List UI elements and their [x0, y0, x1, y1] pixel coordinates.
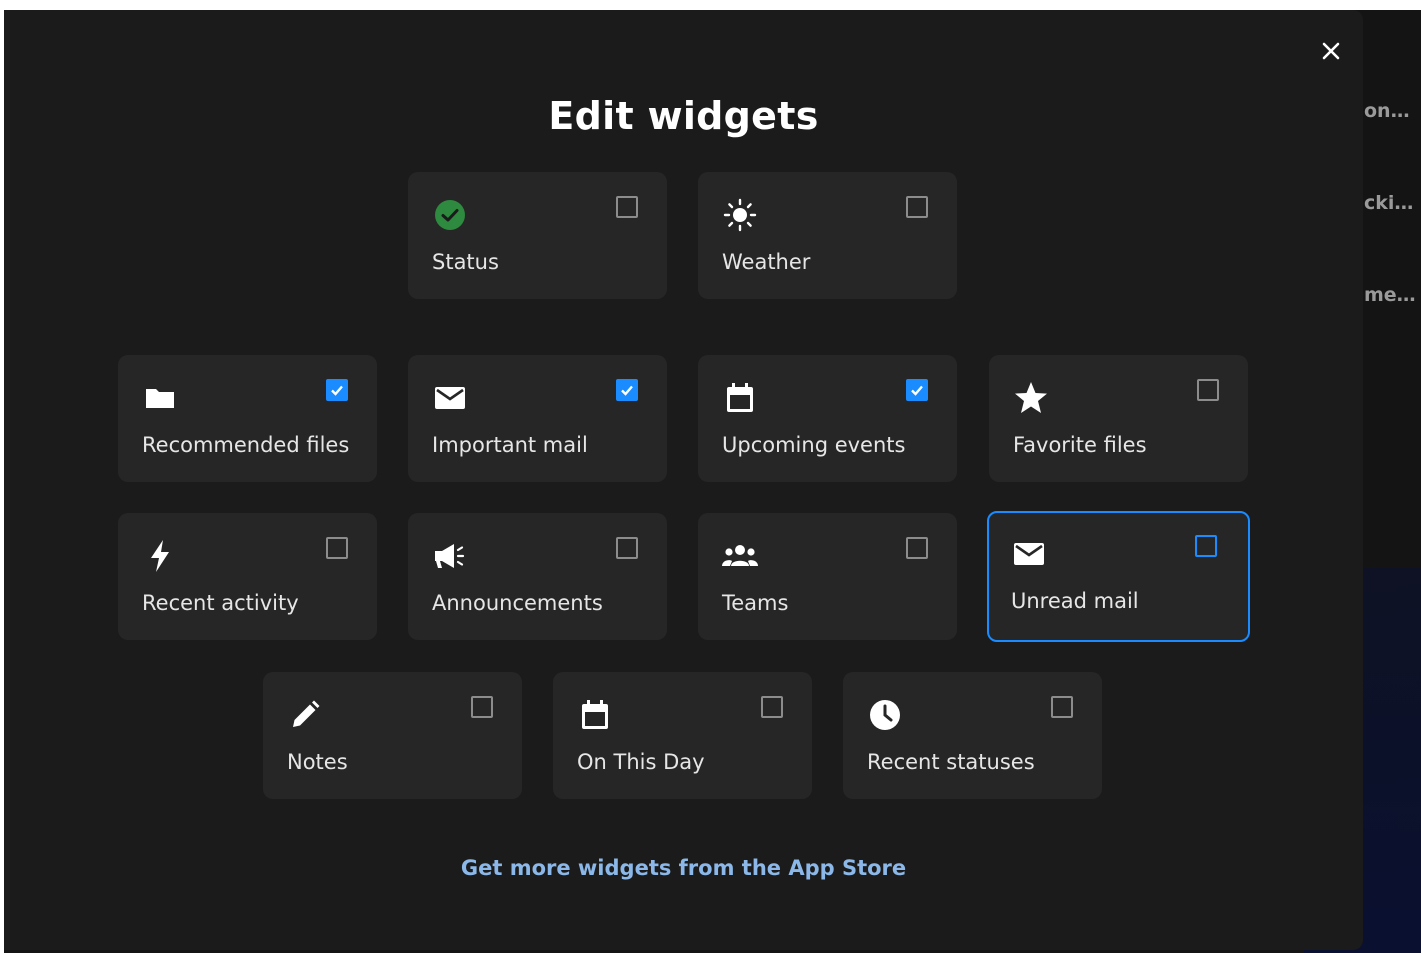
widget-tile-favorite-files[interactable]: Favorite files	[989, 355, 1248, 482]
widget-tile-unread-mail[interactable]: Unread mail	[987, 511, 1250, 642]
status-check-icon	[431, 196, 469, 234]
widget-checkbox-status[interactable]	[616, 196, 638, 218]
folder-icon	[141, 379, 179, 417]
mail-icon	[431, 379, 469, 417]
widget-label: On This Day	[577, 750, 705, 774]
widget-tile-status[interactable]: Status	[408, 172, 667, 299]
megaphone-icon	[431, 537, 469, 575]
widget-label: Important mail	[432, 433, 588, 457]
widget-label: Weather	[722, 250, 811, 274]
calendar-icon	[576, 696, 614, 734]
widget-checkbox-on-this-day[interactable]	[761, 696, 783, 718]
clock-icon	[866, 696, 904, 734]
app-store-link[interactable]: Get more widgets from the App Store	[4, 856, 1363, 880]
widget-tile-upcoming-events[interactable]: Upcoming events	[698, 355, 957, 482]
widget-tile-recent-statuses[interactable]: Recent statuses	[843, 672, 1102, 799]
widget-tile-announcements[interactable]: Announcements	[408, 513, 667, 640]
widget-label: Favorite files	[1013, 433, 1147, 457]
widget-checkbox-teams[interactable]	[906, 537, 928, 559]
background-text: cki…	[1364, 192, 1414, 214]
sun-icon	[721, 196, 759, 234]
mail-icon	[1010, 535, 1048, 573]
edit-widgets-dialog: Edit widgets Status Weather Recommended	[4, 10, 1363, 950]
widget-tile-notes[interactable]: Notes	[263, 672, 522, 799]
widget-checkbox-notes[interactable]	[471, 696, 493, 718]
close-button[interactable]	[1316, 36, 1346, 66]
pencil-icon	[286, 696, 324, 734]
widget-label: Announcements	[432, 591, 603, 615]
widget-tile-teams[interactable]: Teams	[698, 513, 957, 640]
widget-label: Notes	[287, 750, 348, 774]
background-text: me…	[1364, 284, 1416, 306]
widget-checkbox-upcoming-events[interactable]	[906, 379, 928, 401]
star-icon	[1012, 379, 1050, 417]
widget-tile-recommended-files[interactable]: Recommended files	[118, 355, 377, 482]
widget-label: Status	[432, 250, 499, 274]
widget-checkbox-weather[interactable]	[906, 196, 928, 218]
widget-tile-weather[interactable]: Weather	[698, 172, 957, 299]
lightning-icon	[141, 537, 179, 575]
people-icon	[721, 537, 759, 575]
widget-label: Recommended files	[142, 433, 350, 457]
widget-checkbox-recent-statuses[interactable]	[1051, 696, 1073, 718]
widget-checkbox-announcements[interactable]	[616, 537, 638, 559]
widget-checkbox-favorite-files[interactable]	[1197, 379, 1219, 401]
widget-checkbox-important-mail[interactable]	[616, 379, 638, 401]
close-icon	[1322, 42, 1340, 60]
widget-checkbox-recommended-files[interactable]	[326, 379, 348, 401]
background-text: on…	[1364, 100, 1410, 122]
widget-checkbox-unread-mail[interactable]	[1195, 535, 1217, 557]
widget-label: Recent statuses	[867, 750, 1035, 774]
widget-label: Recent activity	[142, 591, 299, 615]
widget-label: Teams	[722, 591, 789, 615]
widget-checkbox-recent-activity[interactable]	[326, 537, 348, 559]
widget-label: Upcoming events	[722, 433, 906, 457]
widget-tile-recent-activity[interactable]: Recent activity	[118, 513, 377, 640]
widget-label: Unread mail	[1011, 589, 1139, 613]
widget-tile-important-mail[interactable]: Important mail	[408, 355, 667, 482]
calendar-icon	[721, 379, 759, 417]
widget-tile-on-this-day[interactable]: On This Day	[553, 672, 812, 799]
dialog-title: Edit widgets	[548, 94, 819, 138]
